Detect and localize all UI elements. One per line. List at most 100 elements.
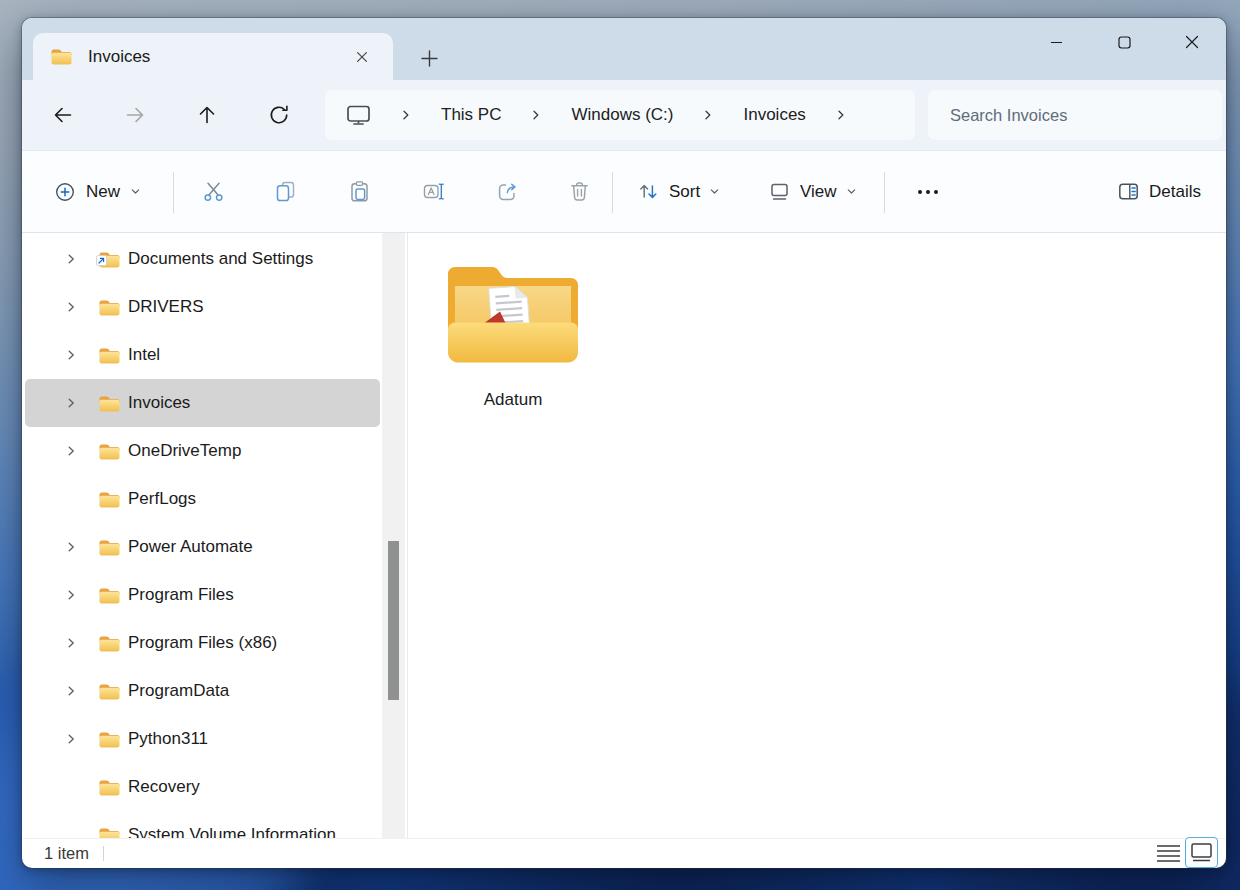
sidebar-item-programdata[interactable]: ProgramData: [25, 667, 380, 715]
navigation-bar: This PC Windows (C:) Invoices Search Invoi…: [22, 80, 1226, 150]
tab-title: Invoices: [88, 47, 349, 67]
up-button[interactable]: [188, 96, 226, 134]
folder-icon: [50, 47, 73, 66]
view-label: View: [800, 182, 837, 202]
sidebar-item-onedrivetemp[interactable]: OneDriveTemp: [25, 427, 380, 475]
desktop-icon[interactable]: [346, 104, 371, 126]
file-item-adatum[interactable]: Adatum: [430, 260, 596, 410]
folder-icon: [98, 346, 121, 365]
minimize-button[interactable]: [1022, 18, 1090, 66]
search-input[interactable]: Search Invoices: [928, 90, 1222, 140]
view-button[interactable]: View: [757, 170, 868, 214]
delete-button[interactable]: [557, 170, 601, 214]
explorer-content: Documents and Settings DRIVERS Intel Invoic…: [22, 233, 1226, 838]
expand-chevron-icon[interactable]: [65, 589, 77, 601]
folder-icon: [98, 298, 121, 317]
expand-chevron-icon[interactable]: [65, 541, 77, 553]
folder-icon: [98, 586, 121, 605]
folder-icon: [98, 730, 121, 749]
folder-icon: [98, 826, 121, 839]
expand-chevron-icon[interactable]: [65, 397, 77, 409]
expand-chevron-icon[interactable]: [65, 637, 77, 649]
details-view-toggle[interactable]: [1153, 841, 1183, 867]
sidebar-item-label: Python311: [128, 729, 208, 749]
new-button[interactable]: New: [44, 170, 151, 214]
item-count: 1 item: [44, 844, 89, 863]
status-bar: 1 item: [22, 838, 1226, 868]
sidebar-item-documents-and-settings[interactable]: Documents and Settings: [25, 235, 380, 283]
expand-chevron-icon[interactable]: [65, 301, 77, 313]
view-icon: [768, 180, 791, 203]
tab-close-button[interactable]: [349, 44, 375, 70]
sidebar-item-system-volume-information[interactable]: System Volume Information: [25, 811, 380, 838]
more-options-button[interactable]: [906, 170, 950, 214]
expand-chevron-icon[interactable]: [65, 349, 77, 361]
shortcut-overlay-icon: [96, 251, 107, 271]
sidebar-item-label: Recovery: [128, 777, 200, 797]
sidebar-item-label: PerfLogs: [128, 489, 196, 509]
breadcrumb-chevron-icon[interactable]: [703, 109, 713, 121]
sidebar-item-program-files[interactable]: Program Files: [25, 571, 380, 619]
maximize-button[interactable]: [1090, 18, 1158, 66]
file-explorer-window: Invoices This PCW: [22, 18, 1226, 868]
sidebar-item-label: Intel: [128, 345, 160, 365]
expand-chevron-icon[interactable]: [65, 685, 77, 697]
sidebar-item-recovery[interactable]: Recovery: [25, 763, 380, 811]
forward-button[interactable]: [116, 96, 154, 134]
close-button[interactable]: [1158, 18, 1226, 66]
breadcrumb-item-this-pc[interactable]: This PC: [441, 105, 501, 125]
tab-bar: Invoices: [22, 18, 1226, 80]
sort-label: Sort: [669, 182, 700, 202]
sidebar-item-invoices[interactable]: Invoices: [25, 379, 380, 427]
refresh-button[interactable]: [260, 96, 298, 134]
paste-button[interactable]: [337, 170, 381, 214]
sidebar-item-label: OneDriveTemp: [128, 441, 241, 461]
open-folder-icon: [446, 260, 580, 364]
folder-icon: [98, 442, 121, 461]
folder-icon: [98, 250, 121, 269]
breadcrumb-item-invoices[interactable]: Invoices: [743, 105, 805, 125]
chevron-down-icon: [709, 186, 720, 197]
sidebar-item-python311[interactable]: Python311: [25, 715, 380, 763]
rename-button[interactable]: [411, 170, 455, 214]
sidebar-item-drivers[interactable]: DRIVERS: [25, 283, 380, 331]
large-icons-view-toggle[interactable]: [1185, 837, 1218, 868]
breadcrumb-chevron-icon[interactable]: [836, 109, 846, 121]
new-tab-button[interactable]: [414, 43, 444, 73]
command-toolbar: New Sort View: [22, 150, 1226, 233]
sidebar-scrollbar[interactable]: [382, 233, 405, 838]
back-button[interactable]: [44, 96, 82, 134]
expand-chevron-icon[interactable]: [65, 733, 77, 745]
details-button[interactable]: Details: [1106, 170, 1212, 214]
sidebar-item-power-automate[interactable]: Power Automate: [25, 523, 380, 571]
window-controls: [1022, 18, 1226, 66]
sidebar-item-program-files-x86-[interactable]: Program Files (x86): [25, 619, 380, 667]
sidebar-item-label: Documents and Settings: [128, 249, 313, 269]
copy-button[interactable]: [263, 170, 307, 214]
sidebar-item-label: Program Files (x86): [128, 633, 277, 653]
files-pane: Adatum: [408, 233, 1226, 838]
scrollbar-thumb[interactable]: [388, 541, 399, 700]
status-divider: [103, 846, 104, 861]
share-button[interactable]: [485, 170, 529, 214]
breadcrumb-chevron-icon[interactable]: [531, 109, 541, 121]
folder-icon: [98, 490, 121, 509]
tab-invoices[interactable]: Invoices: [33, 33, 393, 80]
breadcrumb: This PC Windows (C:) Invoices: [325, 90, 915, 140]
sidebar-item-label: Invoices: [128, 393, 190, 413]
sort-button[interactable]: Sort: [626, 170, 731, 214]
new-button-label: New: [86, 182, 120, 202]
details-pane-icon: [1117, 180, 1140, 203]
navigation-pane: Documents and Settings DRIVERS Intel Invoic…: [22, 233, 382, 838]
sidebar-item-label: Program Files: [128, 585, 234, 605]
sidebar-item-perflogs[interactable]: PerfLogs: [25, 475, 380, 523]
chevron-down-icon: [846, 186, 857, 197]
folder-icon: [98, 634, 121, 653]
expand-chevron-icon[interactable]: [65, 253, 77, 265]
sidebar-item-intel[interactable]: Intel: [25, 331, 380, 379]
cut-button[interactable]: [191, 170, 235, 214]
breadcrumb-chevron-icon[interactable]: [401, 109, 411, 121]
breadcrumb-item-windows-c-[interactable]: Windows (C:): [571, 105, 673, 125]
sidebar-item-label: System Volume Information: [128, 825, 336, 838]
expand-chevron-icon[interactable]: [65, 445, 77, 457]
